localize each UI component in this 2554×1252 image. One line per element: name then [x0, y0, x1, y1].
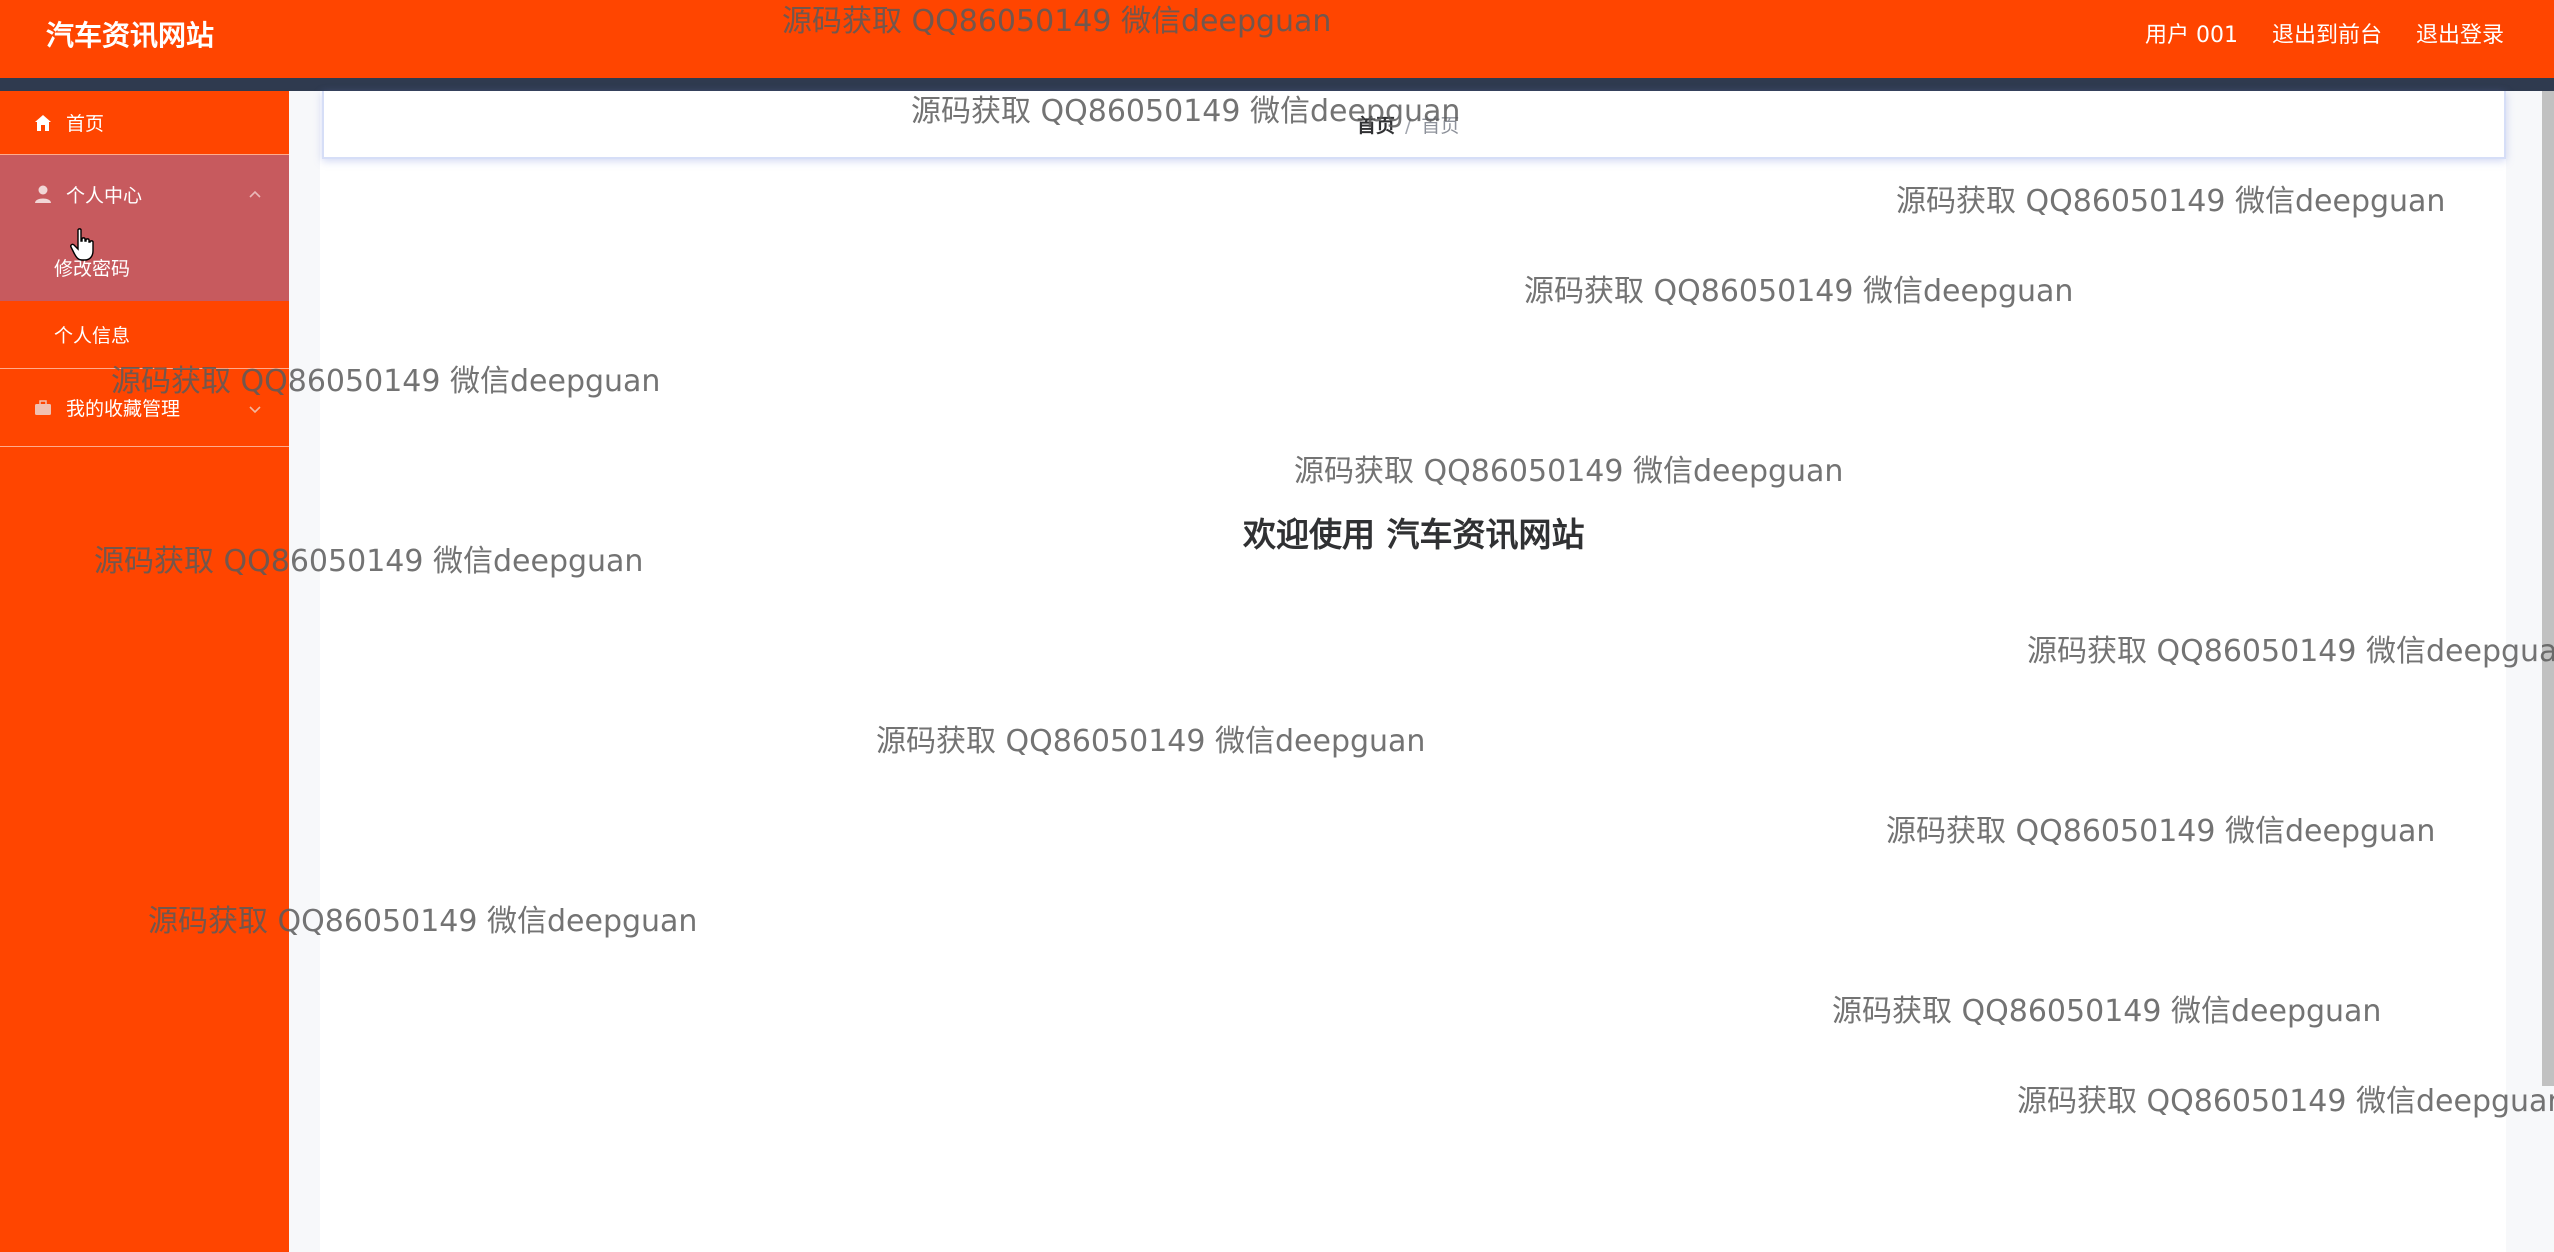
site-title: 汽车资讯网站: [46, 19, 215, 52]
chevron-up-icon: [247, 186, 263, 202]
sidebar-item-personal-center[interactable]: 个人中心: [0, 155, 289, 233]
sidebar-subitem-change-password[interactable]: 修改密码: [0, 233, 289, 301]
welcome-heading: 欢迎使用 汽车资讯网站: [1243, 515, 1585, 554]
hand-cursor-icon: [70, 228, 96, 262]
header-links: 用户 001 退出到前台 退出登录: [2145, 20, 2504, 52]
main-content: [320, 91, 2506, 1252]
chevron-down-icon: [247, 400, 263, 416]
sidebar-item-label: 我的收藏管理: [66, 398, 181, 420]
logout-link[interactable]: 退出登录: [2416, 20, 2504, 52]
top-header: 汽车资讯网站 用户 001 退出到前台 退出登录: [0, 0, 2554, 78]
sidebar-item-home[interactable]: 首页: [0, 91, 289, 155]
header-strip: [0, 78, 2554, 91]
sidebar-item-label: 个人中心: [66, 184, 143, 207]
breadcrumb: 首页 / 首页: [1357, 113, 1459, 139]
sidebar: 首页 个人中心 修改密码 个人信息 我的收藏管理: [0, 91, 289, 1252]
breadcrumb-current: 首页: [1421, 115, 1460, 137]
user-icon: [32, 183, 54, 205]
scrollbar[interactable]: [2542, 91, 2554, 1086]
sidebar-subitem-personal-info[interactable]: 个人信息: [0, 301, 289, 369]
exit-to-frontend-link[interactable]: 退出到前台: [2272, 20, 2382, 52]
briefcase-icon: [32, 397, 54, 419]
sidebar-item-favorites[interactable]: 我的收藏管理: [0, 369, 289, 447]
sidebar-item-label: 首页: [66, 113, 105, 135]
user-name-link[interactable]: 用户 001: [2145, 20, 2238, 52]
home-icon: [32, 112, 54, 134]
breadcrumb-home-link[interactable]: 首页: [1357, 113, 1395, 139]
breadcrumb-separator: /: [1405, 115, 1412, 137]
